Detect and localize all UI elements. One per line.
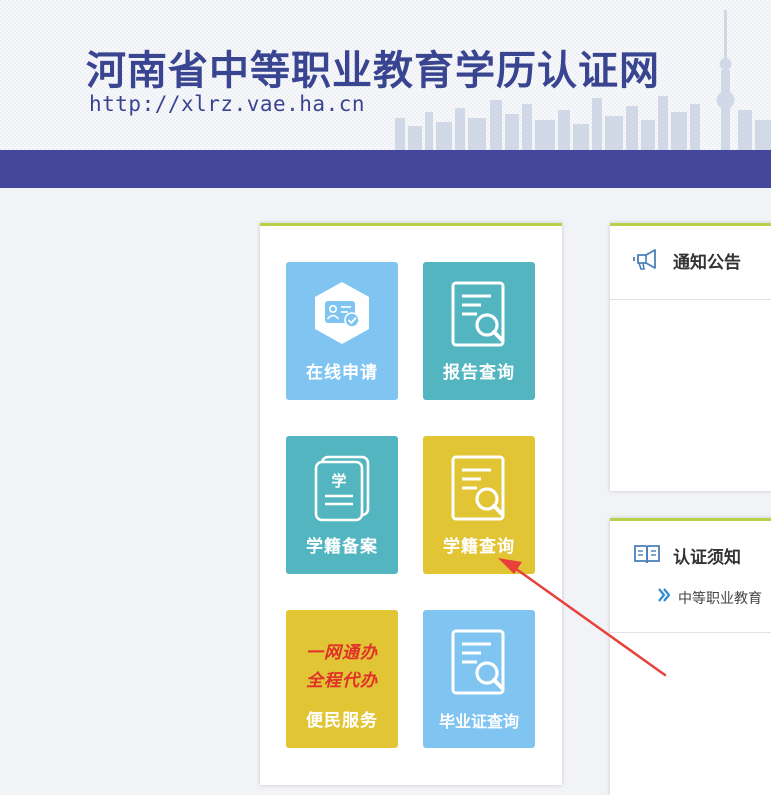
site-url: http://xlrz.vae.ha.cn <box>89 92 366 116</box>
megaphone-icon <box>633 249 656 270</box>
cert-guide-card-header: 认证须知 中等职业教育 <box>610 521 771 633</box>
nav-bar <box>0 150 771 188</box>
enrollment-record-tile[interactable]: 学 学籍备案 <box>286 436 398 574</box>
enrollment-record-label: 学籍备案 <box>306 537 378 557</box>
book-stack-icon: 学 <box>314 455 370 522</box>
id-card-check-icon <box>315 282 369 344</box>
slogan-line-2: 全程代办 <box>306 671 378 691</box>
enrollment-query-label: 学籍查询 <box>443 537 515 557</box>
report-query-label: 报告查询 <box>443 363 515 383</box>
document-search-icon <box>451 281 505 347</box>
document-search-icon <box>451 455 505 521</box>
cert-guide-card-title[interactable]: 认证须知 <box>673 543 741 568</box>
document-search-icon <box>451 629 505 695</box>
convenience-service-label: 便民服务 <box>306 711 378 731</box>
cert-guide-card: 认证须知 中等职业教育 <box>610 518 771 795</box>
convenience-service-tile[interactable]: 一网通办 全程代办 便民服务 <box>286 610 398 748</box>
notice-card-title[interactable]: 通知公告 <box>673 248 741 273</box>
double-chevron-right-icon <box>658 588 670 602</box>
site-title: 河南省中等职业教育学历认证网 <box>86 48 660 94</box>
service-tile-panel: 在线申请 报告查询 学 学籍备案 学籍查询 一网通办 全程代办 便民服务 毕业证… <box>260 223 562 785</box>
notice-card-header: 通知公告 <box>610 226 771 300</box>
notice-card: 通知公告 <box>610 223 771 491</box>
graduation-cert-query-label: 毕业证查询 <box>438 712 519 731</box>
report-query-tile[interactable]: 报告查询 <box>423 262 535 400</box>
online-apply-tile[interactable]: 在线申请 <box>286 262 398 400</box>
cert-guide-item-link[interactable]: 中等职业教育 <box>678 588 762 608</box>
book-icon-char: 学 <box>331 472 346 490</box>
open-book-icon <box>634 545 660 564</box>
enrollment-query-tile[interactable]: 学籍查询 <box>423 436 535 574</box>
slogan-line-1: 一网通办 <box>306 643 378 663</box>
site-header: 河南省中等职业教育学历认证网 http://xlrz.vae.ha.cn <box>0 0 771 150</box>
online-apply-label: 在线申请 <box>306 363 378 383</box>
graduation-cert-query-tile[interactable]: 毕业证查询 <box>423 610 535 748</box>
